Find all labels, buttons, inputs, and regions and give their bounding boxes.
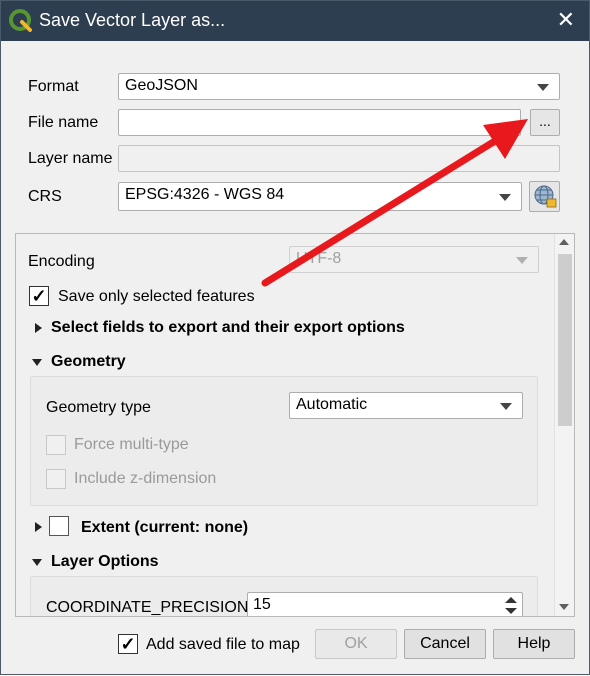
save-vector-layer-dialog: Save Vector Layer as... ✕ Format GeoJSON… <box>0 0 590 675</box>
add-to-map-label: Add saved file to map <box>146 636 300 653</box>
geometry-type-combo[interactable]: Automatic <box>289 392 523 419</box>
expand-arrow-icon[interactable] <box>35 323 42 333</box>
extent-checkbox[interactable] <box>49 516 69 536</box>
encoding-combo[interactable]: UTF-8 <box>289 246 539 273</box>
coord-precision-label: COORDINATE_PRECISION <box>46 599 249 616</box>
layername-label: Layer name <box>28 150 113 167</box>
layername-input[interactable] <box>118 145 560 172</box>
cancel-button[interactable]: Cancel <box>404 629 486 659</box>
chevron-down-icon <box>516 257 528 264</box>
qgis-logo-icon <box>9 9 32 32</box>
add-to-map-checkbox[interactable]: ✓ <box>118 634 138 654</box>
extent-section[interactable]: Extent (current: none) <box>81 519 248 537</box>
scroll-down-icon[interactable] <box>555 598 574 616</box>
crs-combo[interactable]: EPSG:4326 - WGS 84 <box>118 182 522 211</box>
ok-button[interactable]: OK <box>315 629 397 659</box>
select-fields-section[interactable]: Select fields to export and their export… <box>51 319 405 337</box>
crs-label: CRS <box>28 188 62 205</box>
dialog-title: Save Vector Layer as... <box>39 10 226 30</box>
crs-select-button[interactable] <box>529 181 560 212</box>
vertical-scrollbar[interactable] <box>554 234 574 616</box>
collapse-arrow-icon[interactable] <box>32 559 42 566</box>
geometry-type-label: Geometry type <box>46 399 151 416</box>
crs-combo-value: EPSG:4326 - WGS 84 <box>125 186 285 203</box>
format-label: Format <box>28 78 79 95</box>
geometry-type-value: Automatic <box>296 396 368 413</box>
format-combo[interactable]: GeoJSON <box>118 73 560 100</box>
expand-arrow-icon[interactable] <box>35 522 42 532</box>
title-bar: Save Vector Layer as... ✕ <box>1 1 589 41</box>
coord-precision-value: 15 <box>253 596 271 613</box>
scroll-thumb[interactable] <box>558 254 572 426</box>
filename-input[interactable] <box>118 109 521 136</box>
chevron-down-icon <box>537 84 549 91</box>
format-combo-value: GeoJSON <box>125 77 198 94</box>
coord-precision-spinbox[interactable]: 15 <box>247 592 523 616</box>
options-scroll-area[interactable]: Encoding UTF-8 ✓ Save only selected feat… <box>15 233 575 617</box>
collapse-arrow-icon[interactable] <box>32 359 42 366</box>
include-z-label: Include z-dimension <box>74 470 217 487</box>
globe-crs-icon <box>534 185 557 208</box>
chevron-down-icon <box>500 403 512 410</box>
spin-down-icon[interactable] <box>505 608 517 614</box>
spin-up-icon[interactable] <box>505 597 517 603</box>
save-selected-label: Save only selected features <box>58 288 255 305</box>
geometry-group: Geometry type Automatic Force multi-type… <box>30 376 538 506</box>
force-multi-label: Force multi-type <box>74 436 189 453</box>
layer-options-section[interactable]: Layer Options <box>51 553 159 571</box>
geometry-section[interactable]: Geometry <box>51 353 126 371</box>
encoding-value: UTF-8 <box>296 250 342 267</box>
include-z-checkbox[interactable] <box>46 469 66 489</box>
force-multi-checkbox[interactable] <box>46 435 66 455</box>
help-button[interactable]: Help <box>493 629 575 659</box>
scroll-up-icon[interactable] <box>555 234 574 252</box>
filename-label: File name <box>28 114 99 131</box>
close-icon[interactable]: ✕ <box>557 7 575 33</box>
encoding-label: Encoding <box>28 253 95 270</box>
layer-options-group: COORDINATE_PRECISION 15 <box>30 576 538 616</box>
save-selected-checkbox[interactable]: ✓ <box>29 286 49 306</box>
chevron-down-icon <box>499 194 511 201</box>
browse-button[interactable]: ... <box>530 109 560 136</box>
